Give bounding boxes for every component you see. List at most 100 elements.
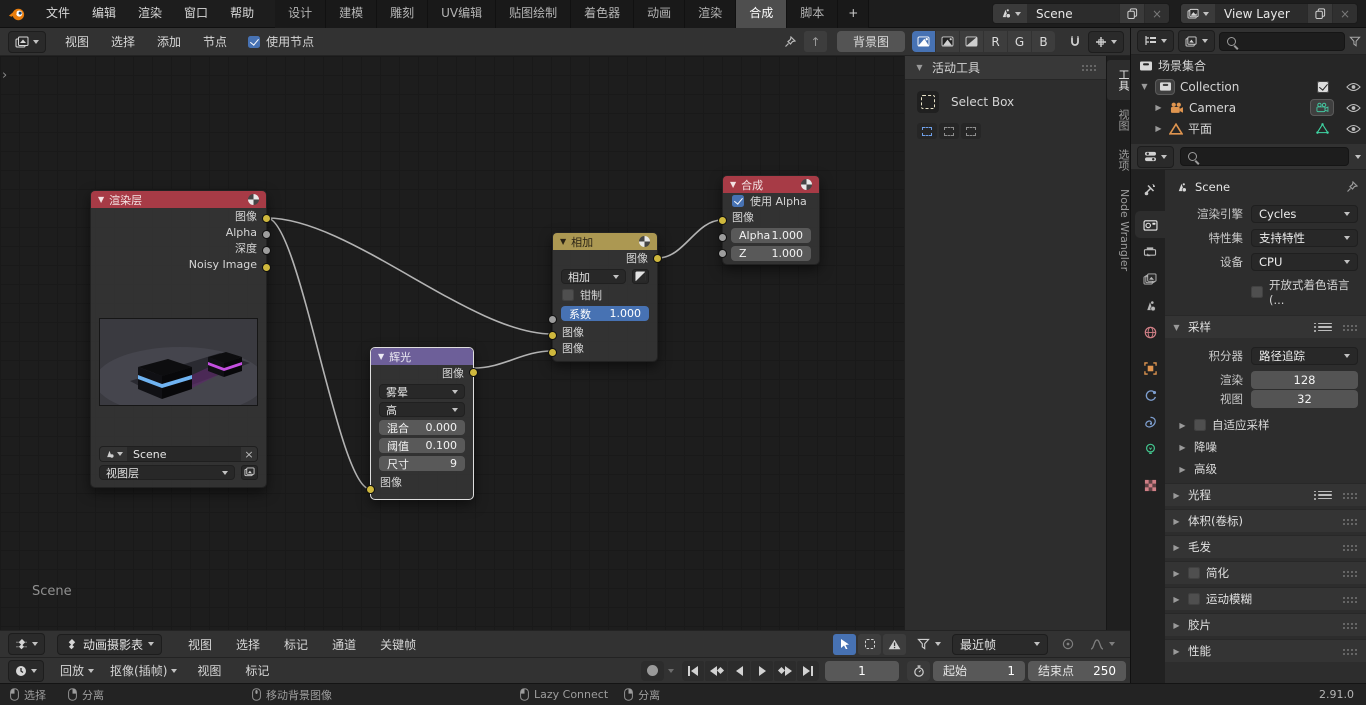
view-layer-name[interactable]: View Layer	[1215, 4, 1307, 23]
factor-slider[interactable]: 系数 1.000	[561, 306, 649, 321]
select-mode-subtract[interactable]	[961, 123, 981, 139]
pin-icon[interactable]	[1346, 181, 1358, 193]
unlink-scene-button[interactable]: ×	[1144, 4, 1169, 23]
tab-sculpting[interactable]: 雕刻	[377, 0, 429, 28]
collapse-arrow-icon[interactable]: ▼	[98, 195, 104, 204]
properties-search[interactable]	[1180, 147, 1349, 166]
frame-end-field[interactable]: 结束点 250	[1028, 660, 1126, 681]
menu-edit[interactable]: 编辑	[81, 0, 127, 27]
eye-icon[interactable]	[1345, 124, 1361, 134]
color-icon[interactable]	[936, 31, 959, 52]
current-frame-field[interactable]: 1	[825, 660, 899, 681]
integrator-select[interactable]: 路径追踪	[1251, 347, 1358, 365]
panel-simplify[interactable]: ▶ 简化	[1165, 561, 1366, 584]
device-select[interactable]: CPU	[1251, 253, 1358, 271]
node-composite[interactable]: ▼ 合成 使用 Alpha 图像 Alpha 1.000 Z 1.000	[718, 175, 820, 265]
clamp-checkbox[interactable]: 钳制	[553, 287, 657, 303]
expand-arrow-icon[interactable]: ▶	[1153, 124, 1164, 133]
socket-image-in[interactable]	[718, 216, 727, 225]
socket-depth-out[interactable]	[262, 246, 271, 255]
blender-logo-icon[interactable]	[8, 5, 26, 23]
node-glare[interactable]: ▼ 辉光 图像 雾晕 高 混合 0.000 阈值 0.100 尺寸 9 图像	[366, 347, 478, 500]
z-field[interactable]: Z 1.000	[731, 246, 811, 261]
color-alpha-icon[interactable]	[912, 31, 935, 52]
outliner-row-plane[interactable]: ▶ 平面	[1131, 118, 1366, 139]
socket-image-out[interactable]	[262, 214, 271, 223]
channel-b-toggle[interactable]: B	[1032, 31, 1055, 52]
panel-grip-icon[interactable]	[1342, 543, 1358, 551]
tab-texture[interactable]	[1135, 472, 1165, 499]
sidebar-tab-view[interactable]: 视图	[1107, 100, 1130, 140]
keying-menu[interactable]: 抠像(插帧)	[102, 662, 185, 679]
socket-image-in[interactable]	[366, 485, 375, 494]
node-link[interactable]	[473, 350, 553, 369]
unlink-icon[interactable]: ×	[241, 447, 257, 461]
panel-grip-icon[interactable]	[1342, 647, 1358, 655]
sidebar-tab-options[interactable]: 选项	[1107, 140, 1130, 180]
socket-image-out[interactable]	[469, 368, 478, 377]
outliner-row-scene-collection[interactable]: 场景集合	[1131, 55, 1366, 76]
subpanel-advanced[interactable]: ▶ 高级	[1169, 458, 1358, 480]
tab-output[interactable]	[1135, 238, 1165, 265]
socket-noisy-image-out[interactable]	[262, 263, 271, 272]
menu-add[interactable]: 添加	[146, 33, 192, 50]
alpha-field[interactable]: Alpha 1.000	[731, 228, 811, 243]
sidebar-tab-tool[interactable]: 工具	[1107, 60, 1130, 100]
editor-type-button[interactable]	[8, 633, 45, 655]
jump-to-end-button[interactable]	[797, 660, 820, 681]
tab-world[interactable]	[1135, 319, 1165, 346]
collapse-arrow-icon[interactable]: ▼	[560, 237, 566, 246]
pin-icon[interactable]	[779, 31, 802, 52]
collapse-arrow-icon[interactable]: ▼	[730, 180, 736, 189]
channel-r-toggle[interactable]: R	[984, 31, 1007, 52]
tab-uv-editing[interactable]: UV编辑	[428, 0, 497, 28]
collapse-arrow-icon[interactable]: ▼	[378, 352, 384, 361]
expand-arrow-icon[interactable]: ▼	[1139, 82, 1150, 91]
socket-image2-in[interactable]	[548, 348, 557, 357]
collection-checkbox[interactable]	[1317, 80, 1329, 93]
properties-search-input[interactable]	[1203, 150, 1341, 163]
use-preview-range-button[interactable]	[907, 660, 930, 681]
filter-icon[interactable]	[1349, 36, 1361, 47]
checkbox-icon[interactable]	[1194, 419, 1206, 431]
alpha-icon[interactable]	[960, 31, 983, 52]
presets-icon[interactable]	[1314, 322, 1332, 332]
menu-marker[interactable]: 标记	[233, 662, 281, 679]
tab-shading[interactable]: 着色器	[571, 0, 635, 28]
filter-dropdown[interactable]	[910, 634, 948, 655]
expand-arrow-icon[interactable]: ▶	[1153, 103, 1164, 112]
panel-grip-icon[interactable]	[1081, 64, 1097, 71]
samples-render-field[interactable]: 128	[1251, 371, 1358, 389]
presets-icon[interactable]	[1314, 490, 1332, 500]
menu-node[interactable]: 节点	[192, 33, 238, 50]
display-mode-dropdown[interactable]	[1178, 30, 1215, 52]
glare-type-select[interactable]: 雾晕	[379, 384, 465, 399]
menu-select[interactable]: 选择	[100, 33, 146, 50]
panel-light-paths[interactable]: ▶ 光程	[1165, 483, 1366, 506]
falloff-dropdown[interactable]	[1083, 634, 1122, 655]
tab-view-layer[interactable]	[1135, 265, 1165, 292]
subpanel-denoising[interactable]: ▶ 降噪	[1169, 436, 1358, 458]
view-layer-icon[interactable]	[1181, 4, 1215, 23]
node-mix-add[interactable]: ▼ 相加 图像 相加 钳制 系数 1.000 图像 图像	[548, 232, 662, 362]
scene-icon[interactable]	[993, 4, 1027, 23]
panel-grip-icon[interactable]	[1342, 595, 1358, 603]
editor-type-button[interactable]	[8, 30, 46, 53]
select-mode-extend[interactable]	[939, 123, 959, 139]
scene-name[interactable]: Scene	[1027, 4, 1119, 23]
editor-type-button[interactable]	[8, 659, 44, 682]
outliner-search[interactable]	[1219, 31, 1345, 51]
tab-scripting[interactable]: 脚本	[787, 0, 839, 28]
tab-physics[interactable]	[1135, 409, 1165, 436]
menu-help[interactable]: 帮助	[219, 0, 265, 27]
use-alpha-checkbox[interactable]: 使用 Alpha	[723, 193, 819, 209]
node-header[interactable]: ▼ 相加	[553, 233, 657, 250]
jump-to-start-button[interactable]	[682, 660, 705, 681]
panel-grip-icon[interactable]	[1342, 569, 1358, 577]
menu-view[interactable]: 视图	[176, 636, 224, 653]
view-layer-select[interactable]: 视图层	[99, 465, 235, 480]
scene-id-selector[interactable]: Scene ×	[99, 446, 258, 462]
blend-mode-select[interactable]: 相加	[561, 269, 626, 284]
socket-image-out[interactable]	[653, 254, 662, 263]
socket-alpha-in[interactable]	[718, 233, 727, 242]
